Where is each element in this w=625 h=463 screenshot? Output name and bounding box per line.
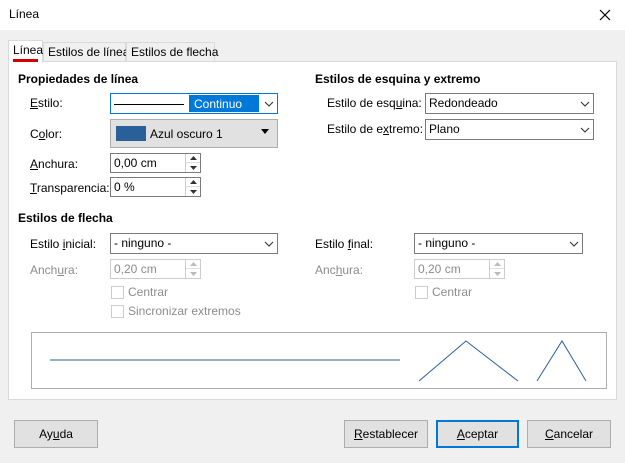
reset-button[interactable]: Restablecer [344,420,428,448]
end-center-label: Centrar [432,285,473,299]
start-style-label: Estilo inicial: [30,237,97,251]
line-color-button[interactable]: Azul oscuro 1 [110,119,278,148]
end-arrow-value: - ninguno - [418,236,476,250]
corner-styles-heading: Estilos de esquina y extremo [315,72,481,86]
close-icon [599,9,611,21]
tab-linea-label: Línea [13,43,44,57]
cap-style-select[interactable]: Plano [425,119,594,140]
close-button[interactable] [585,0,625,30]
tab-estilos-de-flecha-label: Estilos de flecha [131,45,219,59]
decrement-icon[interactable] [186,163,200,172]
line-style-value: Continuo [189,95,259,112]
increment-icon[interactable] [186,178,200,187]
end-width-spinner[interactable]: 0,20 cm [414,259,505,279]
transparency-value: 0 % [114,180,135,194]
line-preview-graphic [50,340,587,382]
line-properties-heading: Propiedades de línea [18,72,139,86]
cap-style-label: Estilo de extremo: [327,122,424,136]
start-width-value: 0,20 cm [114,262,157,276]
cap-style-value: Plano [429,122,460,136]
increment-icon[interactable] [186,260,200,269]
start-width-spinner[interactable]: 0,20 cm [110,259,201,279]
start-arrow-value: - ninguno - [114,236,172,250]
chevron-down-icon[interactable] [576,120,593,139]
width-label: Anchura: [30,157,79,171]
line-style-preview [114,104,184,105]
chevron-down-icon[interactable] [260,234,277,253]
spin-buttons [185,154,200,172]
transparency-spinner[interactable]: 0 % [110,177,201,197]
color-swatch [116,126,146,141]
title-bar: Línea [0,0,625,30]
sync-ends-label: Sincronizar extremos [128,304,241,318]
style-label: Estilo: [30,96,63,110]
increment-icon[interactable] [186,154,200,163]
spin-buttons [185,178,200,196]
chevron-down-icon[interactable] [576,94,593,113]
help-button-label: Ayuda [39,427,73,441]
chevron-down-icon[interactable] [565,234,582,253]
corner-style-label: Estilo de esquina: [327,96,422,110]
ok-button[interactable]: Aceptar [436,420,519,448]
checkbox-box [111,304,124,318]
end-style-label: Estilo final: [315,237,374,251]
increment-icon[interactable] [490,260,504,269]
color-label: Color: [30,127,63,141]
start-arrow-select[interactable]: - ninguno - [110,233,278,254]
spin-buttons [185,260,200,278]
corner-style-select[interactable]: Redondeado [425,93,594,114]
caret-down-icon [261,129,269,134]
sync-ends-checkbox[interactable]: Sincronizar extremos [111,304,241,318]
end-width-value: 0,20 cm [418,262,461,276]
reset-button-label: Restablecer [353,427,419,441]
tab-active-indicator [13,59,38,62]
cancel-button-label: Cancelar [544,427,594,441]
line-preview-area [31,332,607,389]
line-width-value: 0,00 cm [114,156,157,170]
window-title: Línea [9,7,40,21]
tab-linea[interactable]: Línea [8,40,43,63]
help-button[interactable]: Ayuda [14,420,98,448]
line-width-spinner[interactable]: 0,00 cm [110,153,201,173]
start-width-label: Anchura: [30,263,79,277]
line-style-select[interactable]: Continuo [110,93,278,114]
transparency-label: Transparencia: [30,181,110,195]
end-arrow-select[interactable]: - ninguno - [414,233,583,254]
decrement-icon[interactable] [186,269,200,278]
line-color-value: Azul oscuro 1 [150,127,223,141]
tab-estilos-de-linea-label: Estilos de línea [48,45,130,59]
dialog-body: Línea Estilos de línea Estilos de flecha… [0,30,625,463]
start-center-label: Centrar [128,285,169,299]
line-style-selection: Continuo [112,95,259,112]
tab-estilos-de-flecha[interactable]: Estilos de flecha [126,42,219,62]
corner-style-value: Redondeado [429,96,498,110]
spin-buttons [489,260,504,278]
end-width-label: Anchura: [315,263,364,277]
cancel-button[interactable]: Cancelar [527,420,611,448]
end-center-checkbox[interactable]: Centrar [415,285,472,299]
checkbox-box [415,285,428,299]
tab-estilos-de-linea[interactable]: Estilos de línea [43,42,130,62]
chevron-down-icon[interactable] [260,94,277,113]
checkbox-box [111,285,124,299]
decrement-icon[interactable] [186,187,200,196]
decrement-icon[interactable] [490,269,504,278]
arrow-styles-heading: Estilos de flecha [18,211,113,225]
ok-button-label: Aceptar [456,427,499,441]
start-center-checkbox[interactable]: Centrar [111,285,168,299]
